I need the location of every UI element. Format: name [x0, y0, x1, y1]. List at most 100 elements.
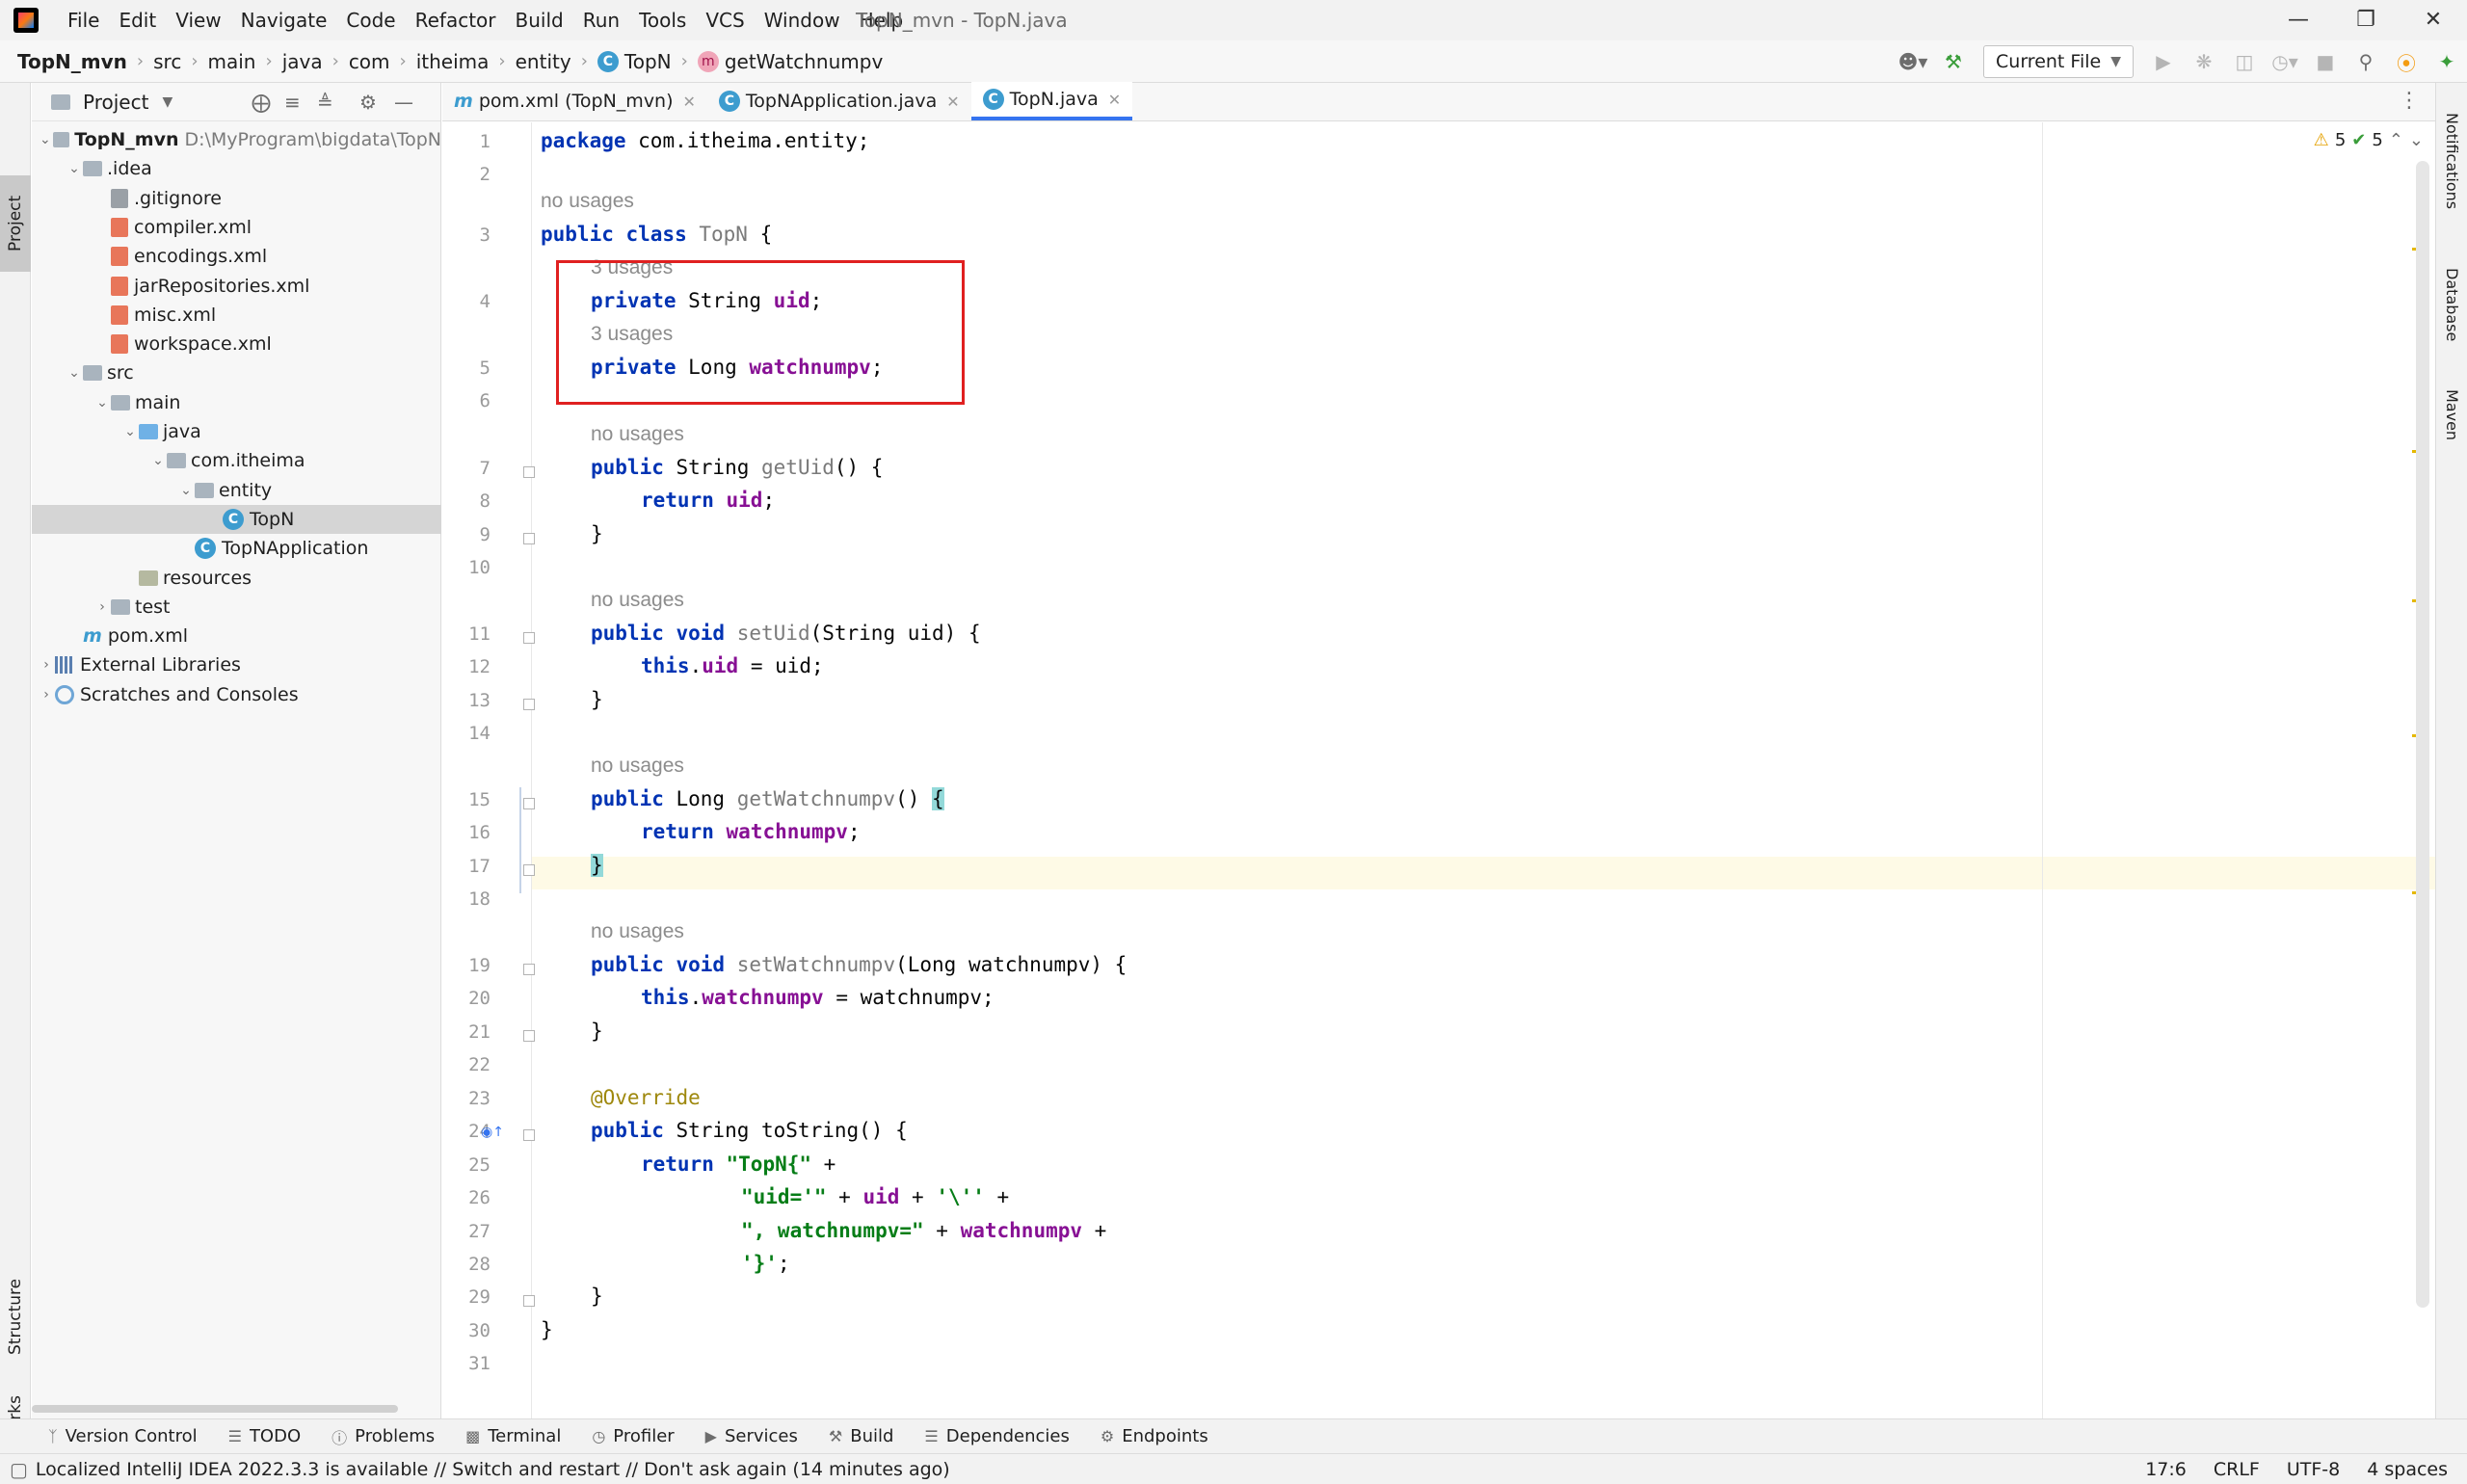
tree-item[interactable]: › External Libraries	[32, 650, 441, 679]
close-window-button[interactable]: ✕	[2400, 0, 2467, 40]
vertical-scrollbar[interactable]	[2416, 161, 2429, 1308]
tree-item[interactable]: misc.xml	[32, 301, 441, 330]
tool-problems[interactable]: ⓘ Problems	[332, 1425, 435, 1448]
line-number[interactable]: 13	[442, 690, 491, 711]
caret-position[interactable]: 17:6	[2145, 1459, 2187, 1480]
gear-icon[interactable]: ⚙	[359, 91, 377, 114]
breadcrumb-java[interactable]: java	[279, 50, 327, 73]
breadcrumb-class[interactable]: C TopN	[594, 50, 676, 73]
chevron-down-icon[interactable]: ⌄	[149, 453, 167, 468]
line-number[interactable]: 1	[442, 131, 491, 152]
plugin-logo-icon[interactable]: ✦	[2430, 45, 2463, 78]
horizontal-scrollbar[interactable]	[32, 1405, 398, 1413]
usages-hint[interactable]: no usages	[591, 423, 684, 446]
fold-marker-icon[interactable]	[523, 533, 535, 544]
fold-marker-icon[interactable]	[523, 964, 535, 975]
code-editor[interactable]: 1 2 3 4 5 6 7 8 9 10 11 12 13 14 15 16 17 18 19 20 21 22 23 24 2…	[442, 122, 2435, 1418]
line-number[interactable]: 5	[442, 358, 491, 379]
expand-all-icon[interactable]: ≡	[284, 91, 301, 114]
update-icon[interactable]: ⦿	[2390, 45, 2423, 78]
fold-marker-icon[interactable]	[523, 632, 535, 644]
menu-window[interactable]: Window	[755, 0, 850, 40]
tree-item[interactable]: › Scratches and Consoles	[32, 680, 441, 709]
line-number[interactable]: 31	[442, 1353, 491, 1374]
run-config-select[interactable]: Current File ▼	[1983, 45, 2134, 78]
tree-item[interactable]: ⌄ main	[32, 388, 441, 417]
profile-icon[interactable]: ◷▾	[2268, 45, 2301, 78]
breadcrumb-itheima[interactable]: itheima	[412, 50, 493, 73]
tree-item[interactable]: ⌄ .idea	[32, 154, 441, 183]
chevron-down-icon[interactable]: ⌄	[177, 483, 195, 498]
line-number[interactable]: 22	[442, 1054, 491, 1075]
tree-item[interactable]: ⌄ java	[32, 417, 441, 446]
tree-item[interactable]: C TopNApplication	[32, 534, 441, 563]
chevron-right-icon[interactable]: ›	[38, 657, 55, 673]
close-icon[interactable]: ✕	[946, 93, 959, 111]
tool-endpoints[interactable]: ⚙ Endpoints	[1101, 1426, 1208, 1446]
line-number[interactable]: 3	[442, 225, 491, 246]
tree-item[interactable]: encodings.xml	[32, 242, 441, 271]
line-number[interactable]: 6	[442, 390, 491, 411]
line-number[interactable]: 17	[442, 856, 491, 877]
line-number[interactable]: 16	[442, 822, 491, 843]
usages-hint[interactable]: no usages	[541, 190, 634, 213]
chevron-right-icon[interactable]: ›	[93, 599, 111, 615]
tool-tab-database[interactable]: Database	[2436, 247, 2467, 362]
tree-item[interactable]: .gitignore	[32, 184, 441, 213]
locate-icon[interactable]: ⨁	[252, 91, 271, 114]
fold-marker-icon[interactable]	[523, 699, 535, 710]
tab-topn-java[interactable]: C TopN.java ✕	[970, 82, 1133, 120]
status-message[interactable]: Localized IntelliJ IDEA 2022.3.3 is avai…	[36, 1459, 950, 1480]
menu-run[interactable]: Run	[573, 0, 629, 40]
chevron-down-icon[interactable]: ⌄	[66, 161, 83, 176]
run-icon[interactable]: ▶	[2147, 45, 2180, 78]
stop-icon[interactable]: ■	[2309, 45, 2342, 78]
fold-marker-icon[interactable]	[523, 1295, 535, 1307]
line-number[interactable]: 10	[442, 557, 491, 578]
tool-dependencies[interactable]: ☰ Dependencies	[924, 1426, 1069, 1446]
debug-icon[interactable]: ❋	[2188, 45, 2220, 78]
line-number[interactable]: 11	[442, 623, 491, 645]
file-encoding[interactable]: UTF-8	[2287, 1459, 2340, 1480]
close-icon[interactable]: ✕	[683, 93, 696, 111]
restore-button[interactable]: ❐	[2332, 0, 2400, 40]
tree-item[interactable]: jarRepositories.xml	[32, 272, 441, 301]
line-number[interactable]: 21	[442, 1021, 491, 1043]
tab-pom-xml[interactable]: m pom.xml (TopN_mvn) ✕	[442, 82, 707, 120]
breadcrumb-src[interactable]: src	[149, 50, 185, 73]
tree-item[interactable]: resources	[32, 564, 441, 593]
line-number[interactable]: 8	[442, 490, 491, 512]
breadcrumb-project[interactable]: TopN_mvn	[0, 50, 131, 73]
chevron-down-icon[interactable]: ⌄	[93, 395, 111, 411]
tree-item[interactable]: workspace.xml	[32, 330, 441, 358]
line-number[interactable]: 18	[442, 888, 491, 910]
indent-setting[interactable]: 4 spaces	[2367, 1459, 2448, 1480]
tool-services[interactable]: ▶ Services	[705, 1426, 798, 1446]
menu-refactor[interactable]: Refactor	[406, 0, 506, 40]
fold-marker-icon[interactable]	[523, 864, 535, 876]
line-number[interactable]: 26	[442, 1187, 491, 1208]
usages-hint[interactable]: no usages	[591, 755, 684, 778]
tool-todo[interactable]: ☰ TODO	[228, 1426, 302, 1446]
line-number[interactable]: 30	[442, 1320, 491, 1341]
usages-hint[interactable]: no usages	[591, 920, 684, 943]
tool-tab-notifications[interactable]: Notifications	[2436, 98, 2467, 224]
line-number[interactable]: 29	[442, 1286, 491, 1308]
fold-marker-icon[interactable]	[523, 466, 535, 478]
tool-terminal[interactable]: ▩ Terminal	[465, 1426, 561, 1446]
tool-profiler[interactable]: ◷ Profiler	[592, 1426, 674, 1446]
inspection-widget[interactable]: ⚠ 5 ✔ 5 ⌃ ⌄	[2308, 130, 2424, 150]
tab-topnapplication-java[interactable]: C TopNApplication.java ✕	[707, 82, 971, 120]
tool-tab-project[interactable]: Project	[0, 175, 31, 272]
menu-build[interactable]: Build	[506, 0, 573, 40]
editor-gutter[interactable]: 1 2 3 4 5 6 7 8 9 10 11 12 13 14 15 16 17 18 19 20 21 22 23 24 2…	[442, 122, 535, 1418]
hide-panel-icon[interactable]: —	[394, 91, 413, 114]
line-number[interactable]: 7	[442, 458, 491, 479]
breadcrumb-main[interactable]: main	[204, 50, 260, 73]
fold-marker-icon[interactable]	[523, 1129, 535, 1141]
menu-file[interactable]: File	[58, 0, 109, 40]
tree-item[interactable]: compiler.xml	[32, 213, 441, 242]
menu-edit[interactable]: Edit	[109, 0, 166, 40]
tree-item[interactable]: › test	[32, 593, 441, 622]
line-number[interactable]: 19	[442, 955, 491, 976]
